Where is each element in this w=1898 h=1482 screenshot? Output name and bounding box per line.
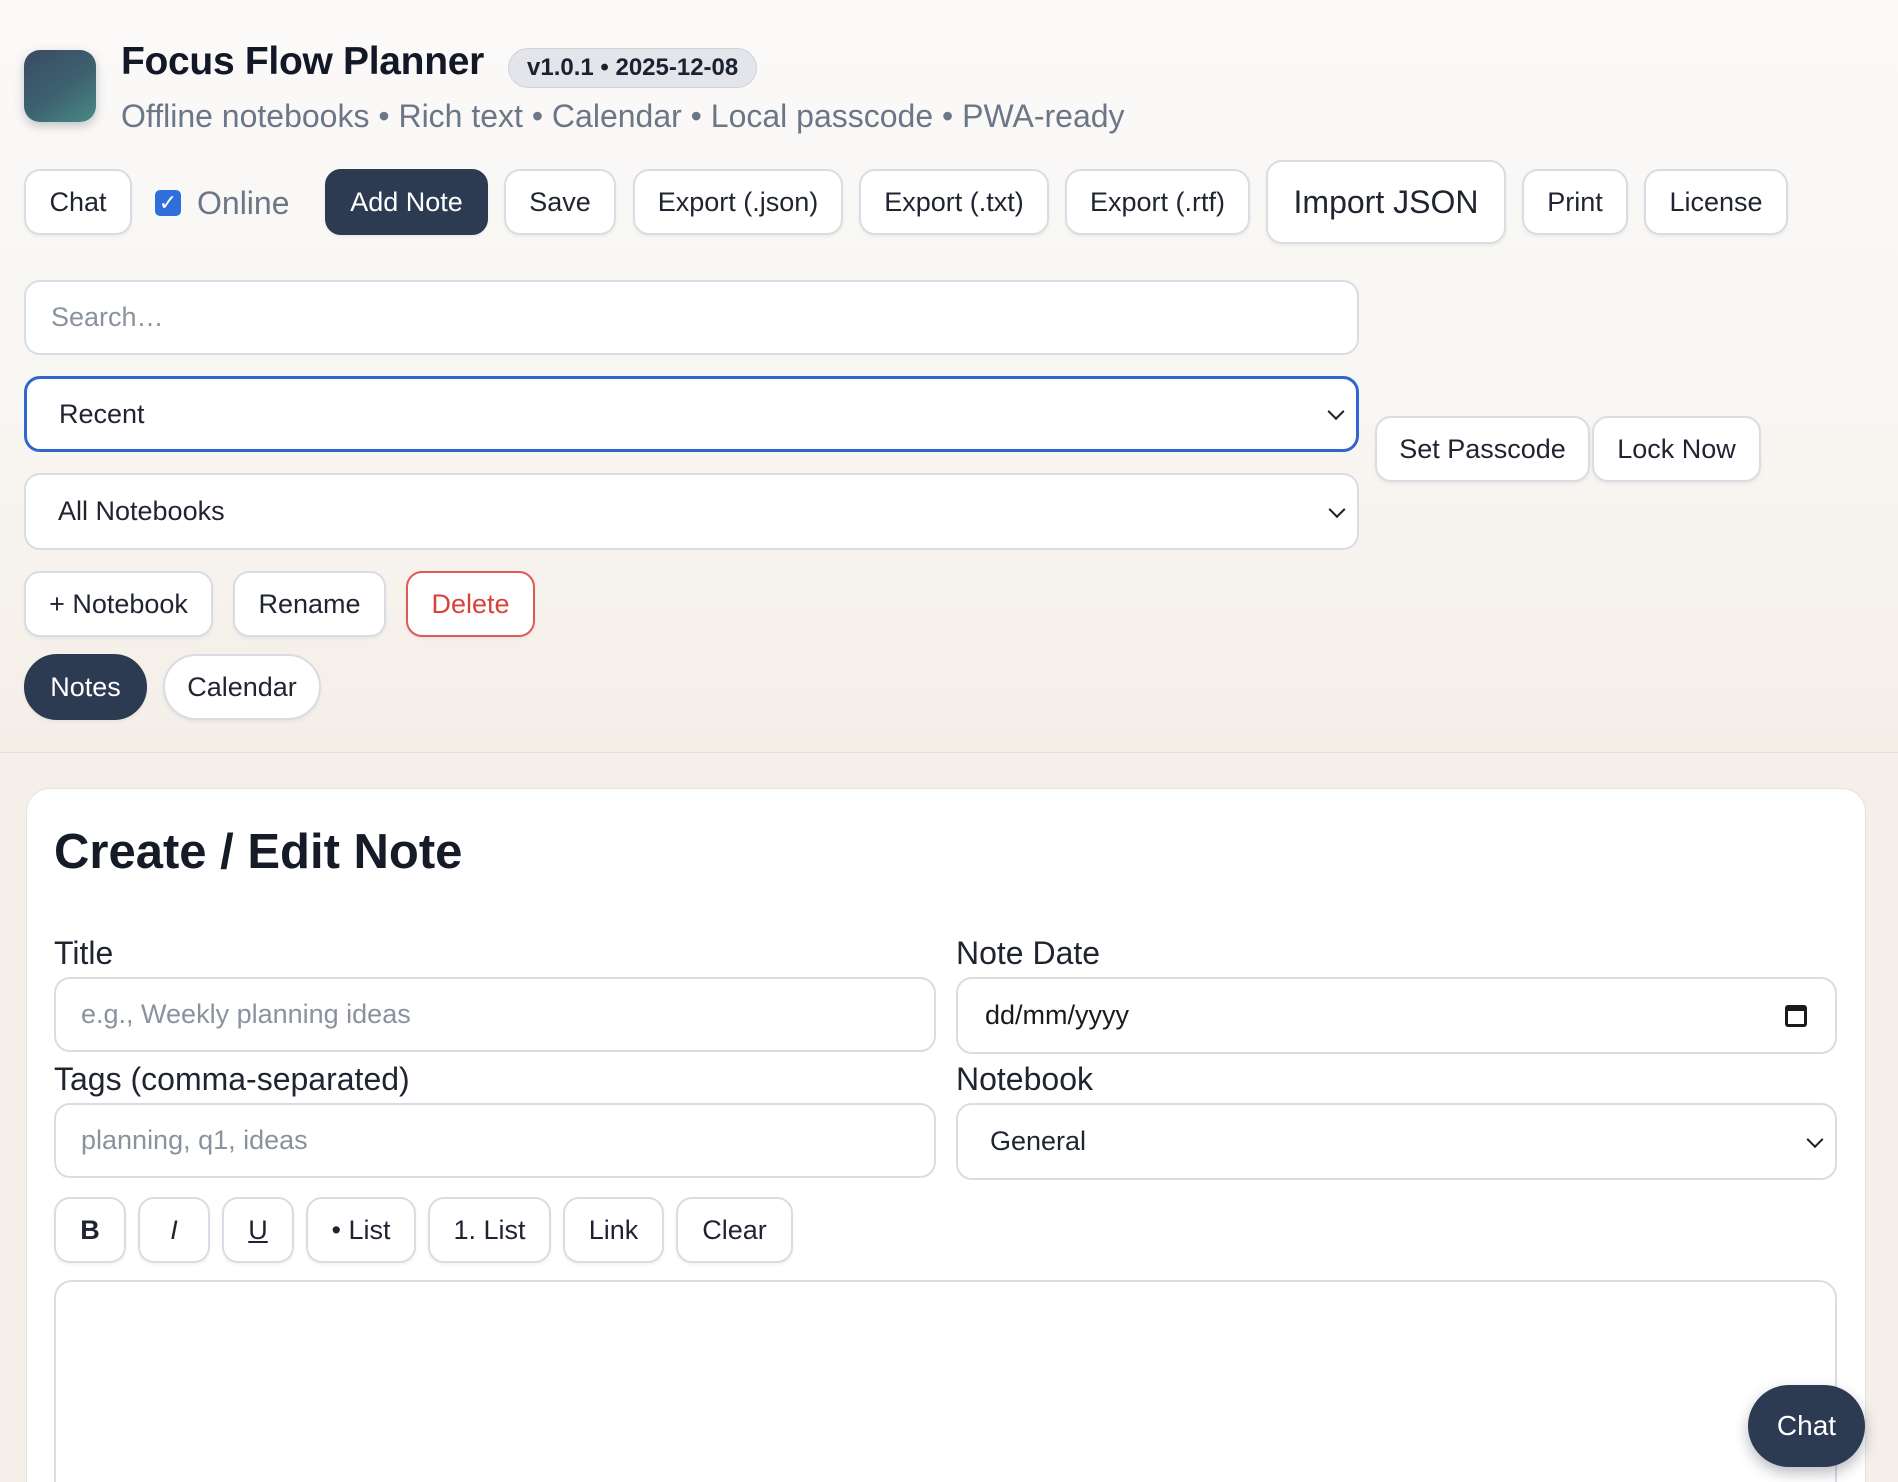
- tab-calendar[interactable]: Calendar: [163, 654, 321, 720]
- notebook-select[interactable]: General: [956, 1103, 1837, 1180]
- calendar-icon[interactable]: [1785, 1004, 1807, 1027]
- italic-button[interactable]: I: [138, 1197, 210, 1263]
- rename-notebook-button[interactable]: Rename: [233, 571, 386, 637]
- sort-select-value: Recent: [59, 398, 145, 429]
- save-button[interactable]: Save: [504, 169, 616, 235]
- link-button[interactable]: Link: [563, 1197, 664, 1263]
- export-txt-button[interactable]: Export (.txt): [859, 169, 1049, 235]
- notebook-select-value: General: [990, 1126, 1087, 1156]
- add-notebook-button[interactable]: + Notebook: [24, 571, 213, 637]
- print-button[interactable]: Print: [1522, 169, 1628, 235]
- notebook-filter-value: All Notebooks: [58, 496, 225, 526]
- import-json-button[interactable]: Import JSON: [1266, 160, 1506, 244]
- chevron-down-icon: [1327, 403, 1345, 421]
- numbered-list-button[interactable]: 1. List: [428, 1197, 551, 1263]
- notebook-filter-select[interactable]: All Notebooks: [24, 473, 1359, 550]
- online-toggle[interactable]: ✓ Online: [155, 180, 290, 226]
- lock-now-button[interactable]: Lock Now: [1592, 416, 1761, 482]
- title-input[interactable]: e.g., Weekly planning ideas: [54, 977, 936, 1052]
- tags-label: Tags (comma-separated): [54, 1061, 410, 1097]
- chevron-down-icon: [1806, 1130, 1824, 1148]
- export-json-button[interactable]: Export (.json): [633, 169, 843, 235]
- note-date-label: Note Date: [956, 935, 1101, 971]
- floating-chat-button[interactable]: Chat: [1748, 1385, 1865, 1467]
- tab-notes[interactable]: Notes: [24, 654, 147, 720]
- export-rtf-button[interactable]: Export (.rtf): [1065, 169, 1250, 235]
- clear-format-button[interactable]: Clear: [676, 1197, 793, 1263]
- rich-text-editor[interactable]: [54, 1280, 1837, 1482]
- chevron-down-icon: [1328, 500, 1346, 518]
- search-input[interactable]: Search…: [24, 280, 1359, 355]
- app-subtitle: Offline notebooks • Rich text • Calendar…: [121, 98, 1125, 134]
- delete-notebook-button[interactable]: Delete: [406, 571, 535, 637]
- license-button[interactable]: License: [1644, 169, 1788, 235]
- online-checkbox[interactable]: ✓: [155, 190, 181, 216]
- editor-heading: Create / Edit Note: [54, 825, 463, 879]
- notebook-label: Notebook: [956, 1061, 1093, 1097]
- set-passcode-button[interactable]: Set Passcode: [1375, 416, 1590, 482]
- title-label: Title: [54, 935, 114, 971]
- bold-button[interactable]: B: [54, 1197, 126, 1263]
- underline-button[interactable]: U: [222, 1197, 294, 1263]
- app-title: Focus Flow Planner: [121, 40, 484, 83]
- tags-input[interactable]: planning, q1, ideas: [54, 1103, 936, 1178]
- note-date-placeholder: dd/mm/yyyy: [985, 1000, 1130, 1030]
- online-label: Online: [197, 184, 290, 221]
- bullet-list-button[interactable]: • List: [306, 1197, 416, 1263]
- version-badge: v1.0.1 • 2025-12-08: [508, 48, 758, 88]
- app-logo: [24, 50, 96, 122]
- sort-select[interactable]: Recent: [24, 376, 1359, 452]
- chat-button[interactable]: Chat: [24, 169, 132, 235]
- note-date-input[interactable]: dd/mm/yyyy: [956, 977, 1837, 1054]
- add-note-button[interactable]: Add Note: [325, 169, 488, 235]
